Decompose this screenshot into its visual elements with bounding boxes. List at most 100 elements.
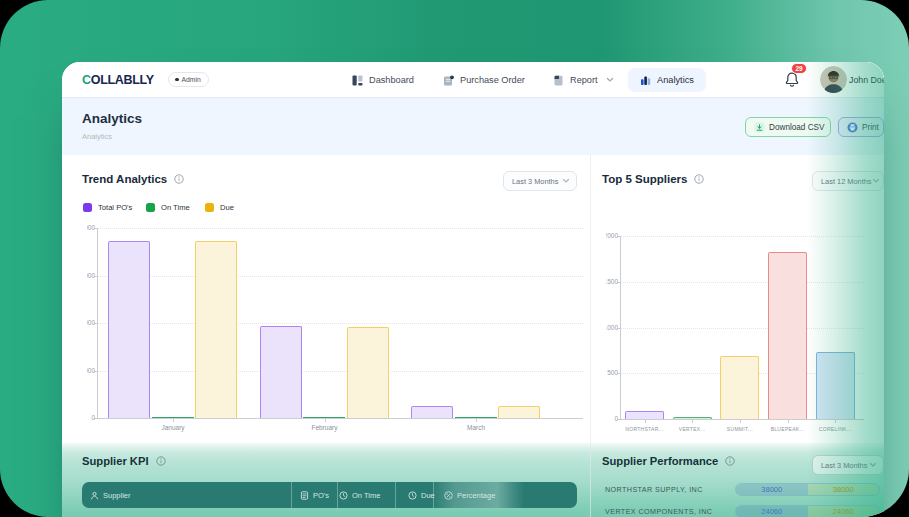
supplier-bar-4 (816, 352, 855, 419)
performance-value-right: 24060 (808, 506, 880, 517)
x-axis-tick (645, 419, 646, 423)
supplier-kpi-table-header: Supplier PO's On Time Due Percentage (82, 482, 577, 508)
gridline (98, 323, 583, 324)
kpi-column-percentage[interactable]: Percentage (444, 482, 495, 508)
trend-x-label: February (285, 424, 365, 431)
document-icon (300, 491, 309, 500)
top-suppliers-period-dropdown[interactable]: Last 12 Months (812, 171, 884, 191)
top-suppliers-info-icon[interactable] (694, 174, 704, 184)
legend-item-on-time: On Time (146, 203, 190, 212)
trend-period-dropdown[interactable]: Last 3 Months (503, 171, 577, 191)
supplier-performance-period-dropdown[interactable]: Last 3 Months (812, 455, 884, 475)
admin-badge: Admin (168, 72, 209, 87)
performance-value-left: 38000 (736, 484, 808, 495)
report-icon (553, 75, 564, 86)
performance-row-name: NORTHSTAR SUPPLY, INC (605, 485, 703, 494)
nav-dashboard[interactable]: Dashboard (352, 62, 414, 98)
printer-icon (847, 122, 858, 133)
trend-info-icon[interactable] (174, 174, 184, 184)
app-background: COLLABLLY Admin Dashboard Purchase Order… (0, 0, 909, 517)
y-axis-tick-label: 8000 (87, 224, 95, 232)
supplier-bar-2 (720, 356, 759, 420)
y-axis-tick-label: 1500 (606, 278, 618, 286)
supplier-kpi-info-icon[interactable] (156, 456, 166, 466)
clock-icon (408, 491, 417, 500)
y-axis-tick-label: 4000 (87, 319, 95, 327)
dashboard-icon (352, 75, 363, 86)
performance-value-pill: 3800038000 (735, 483, 880, 496)
trend-dropdown-chevron-icon (562, 178, 570, 184)
y-axis-tick-label: 500 (606, 369, 618, 377)
panel-divider (590, 155, 591, 517)
user-avatar[interactable] (820, 66, 847, 93)
trend-bar-february-total-pos (260, 326, 302, 418)
nav-report[interactable]: Report (553, 62, 614, 98)
trend-analytics-title: Trend Analytics (82, 173, 184, 185)
trend-chart-plot: 02000400060008000JanuaryFebruaryMarch (97, 228, 583, 419)
main-card: COLLABLLY Admin Dashboard Purchase Order… (62, 62, 884, 517)
gridline (621, 282, 864, 283)
performance-row-name: VERTEX COMPONENTS, INC (605, 507, 712, 516)
trend-bar-january-due (195, 241, 237, 418)
kpi-column-divider (433, 482, 434, 508)
y-axis-tick-label: 2000 (606, 232, 618, 240)
kpi-column-supplier[interactable]: Supplier (90, 482, 131, 508)
nav-analytics[interactable]: Analytics (628, 68, 706, 92)
x-axis-tick (835, 419, 836, 423)
x-axis-tick (173, 418, 174, 422)
supplier-bar-3 (768, 252, 807, 419)
brand-logo[interactable]: COLLABLLY (82, 73, 154, 87)
trend-bar-january-total-pos (108, 241, 150, 418)
gridline (98, 371, 583, 372)
y-axis-tick-label: 0 (606, 415, 618, 423)
supplier-kpi-title: Supplier KPI (82, 455, 166, 467)
performance-value-left: 24060 (736, 506, 808, 517)
x-axis-tick (788, 419, 789, 423)
gridline (98, 276, 583, 277)
top-suppliers-dropdown-chevron-icon (872, 178, 880, 184)
supplier-performance-title: Supplier Performance (602, 455, 735, 467)
top-suppliers-chart-plot: 0500100015002000NORTHSTAR...VERTEX...SUM… (620, 236, 864, 420)
page-title: Analytics (82, 111, 142, 126)
trend-bar-march-total-pos (411, 406, 453, 418)
y-axis-tick-label: 2000 (87, 367, 95, 375)
trend-x-label: March (436, 424, 516, 431)
legend-item-total-pos: Total PO's (83, 203, 132, 212)
kpi-column-divider (395, 482, 396, 508)
gridline (621, 236, 864, 237)
download-icon (754, 122, 765, 133)
supplier-performance-dropdown-chevron-icon (869, 462, 877, 468)
x-axis-tick (476, 418, 477, 422)
clock-icon (339, 491, 348, 500)
purchase-order-icon (443, 75, 454, 86)
y-axis-tick-label: 0 (87, 414, 95, 422)
kpi-column-on-time[interactable]: On Time (339, 482, 380, 508)
breadcrumb: Analytics (82, 132, 112, 141)
x-axis-tick (325, 418, 326, 422)
top-navbar: COLLABLLY Admin Dashboard Purchase Order… (62, 62, 884, 98)
top-suppliers-title: Top 5 Suppliers (602, 173, 704, 185)
kpi-column-due[interactable]: Due (408, 482, 435, 508)
person-icon (90, 491, 99, 500)
admin-dot-icon (175, 78, 179, 82)
trend-bar-march-due (498, 406, 540, 418)
report-chevron-down-icon (606, 77, 614, 83)
kpi-column-divider (337, 482, 338, 508)
gridline (98, 228, 583, 229)
charts-section: Trend Analytics Last 3 Months Total PO's… (62, 152, 884, 443)
supplier-performance-info-icon[interactable] (725, 456, 735, 466)
gridline (621, 328, 864, 329)
analytics-icon (640, 75, 651, 86)
kpi-column-divider (291, 482, 292, 508)
performance-value-right: 38000 (808, 484, 880, 495)
y-axis-tick-label: 1000 (606, 324, 618, 332)
nav-purchase-order[interactable]: Purchase Order (443, 62, 525, 98)
user-name[interactable]: John Doe (849, 75, 884, 85)
print-button[interactable]: Print (838, 117, 884, 137)
supplier-bar-0 (625, 411, 664, 419)
x-axis-tick (692, 419, 693, 423)
download-csv-button[interactable]: Download CSV (745, 117, 831, 137)
x-axis-tick (740, 419, 741, 423)
kpi-column-po-s[interactable]: PO's (300, 482, 329, 508)
trend-x-label: January (133, 424, 213, 431)
